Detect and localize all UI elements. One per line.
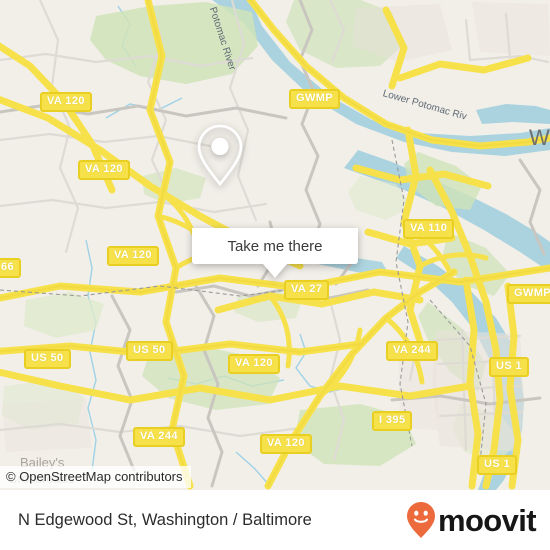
road-shield: VA 244 bbox=[133, 427, 185, 447]
road-shield: US 1 bbox=[477, 455, 518, 475]
moovit-wordmark: moovit bbox=[437, 502, 537, 538]
road-shield: VA 120 bbox=[260, 434, 312, 454]
road-shield: GWMP bbox=[289, 89, 341, 109]
road-shield: I 395 bbox=[372, 411, 413, 431]
moovit-logo[interactable]: moovit bbox=[406, 501, 537, 539]
map-canvas[interactable]: .w{fill:#aad3df} .wl{fill:none;stroke:#9… bbox=[0, 0, 550, 490]
road-shield: VA 120 bbox=[78, 160, 130, 180]
road-shield: 66 bbox=[0, 258, 22, 278]
road-shield: VA 110 bbox=[403, 219, 455, 239]
take-me-there-label: Take me there bbox=[227, 237, 323, 255]
road-shield: US 1 bbox=[489, 357, 530, 377]
road-shield: VA 120 bbox=[40, 92, 92, 112]
moovit-map-screen: .w{fill:#aad3df} .wl{fill:none;stroke:#9… bbox=[0, 0, 550, 550]
take-me-there-callout[interactable]: Take me there bbox=[192, 122, 358, 278]
moovit-smiling-pin-icon bbox=[406, 502, 435, 538]
map-pin-icon bbox=[197, 124, 243, 187]
road-shield: GWMP bbox=[507, 284, 550, 304]
callout-header bbox=[192, 122, 358, 228]
road-shield: US 50 bbox=[24, 349, 71, 369]
road-shield: VA 27 bbox=[284, 280, 330, 300]
road-shield: VA 120 bbox=[107, 246, 159, 266]
place-label-washington: W bbox=[529, 125, 550, 150]
location-title: N Edgewood St, Washington / Baltimore bbox=[18, 511, 312, 529]
callout-body[interactable]: Take me there bbox=[192, 228, 358, 264]
osm-attribution[interactable]: © OpenStreetMap contributors bbox=[0, 466, 191, 488]
road-shield: VA 120 bbox=[228, 354, 280, 374]
road-shield: VA 244 bbox=[386, 341, 438, 361]
callout-tail bbox=[263, 264, 287, 278]
road-shield: US 50 bbox=[126, 341, 173, 361]
footer-bar: N Edgewood St, Washington / Baltimore mo… bbox=[0, 490, 550, 550]
